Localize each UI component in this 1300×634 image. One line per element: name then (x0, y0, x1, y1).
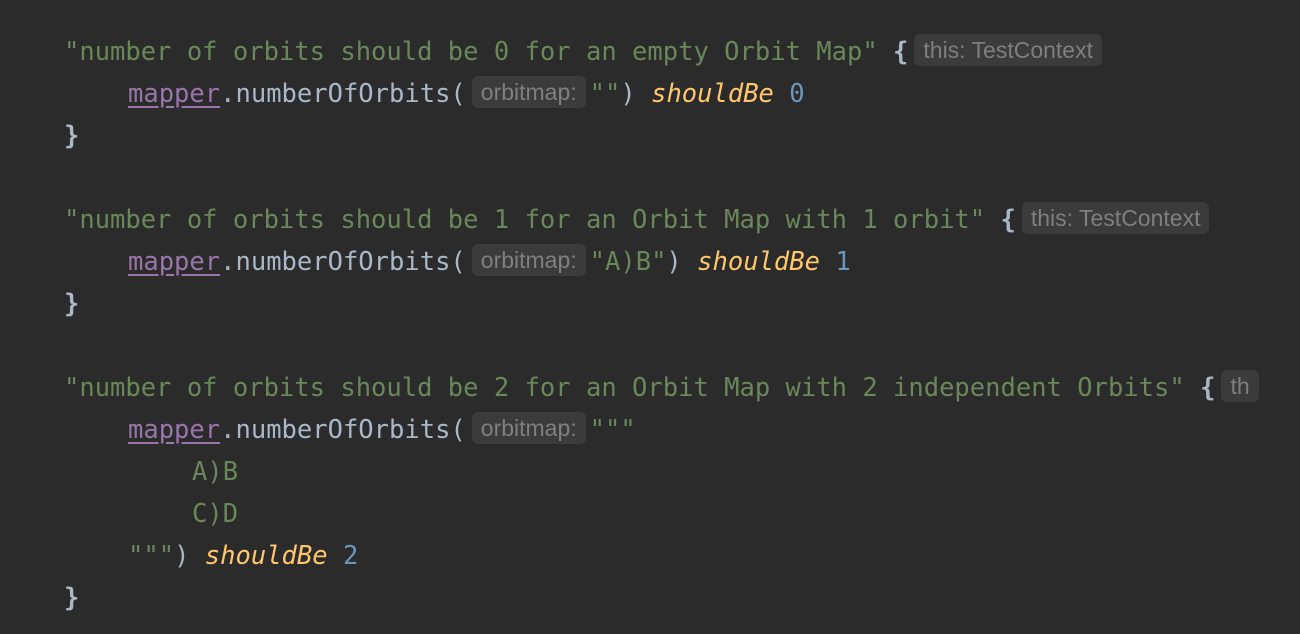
close-brace: } (64, 583, 80, 613)
code-line-1[interactable]: "number of orbits should be 0 for an emp… (64, 31, 1106, 73)
code-line-12[interactable]: C)D (192, 493, 238, 535)
receiver-type-hint: this: TestContext (1021, 202, 1210, 234)
argument-string: "" (589, 79, 621, 109)
code-line-10[interactable]: mapper.numberOfOrbits(orbitmap: """ (128, 409, 636, 451)
dot: . (220, 79, 236, 109)
function-call[interactable]: numberOfOrbits( (235, 415, 465, 445)
mapper-property[interactable]: mapper (128, 247, 220, 277)
mapper-property[interactable]: mapper (128, 415, 220, 445)
code-editor[interactable]: "number of orbits should be 0 for an emp… (0, 0, 1300, 634)
close-paren: ) (620, 79, 636, 109)
code-line-9[interactable]: "number of orbits should be 2 for an Orb… (64, 367, 1263, 409)
argument-string: "A)B" (589, 247, 667, 277)
should-be-infix[interactable]: shouldBe (651, 79, 774, 109)
test-title-string: "number of orbits should be 1 for an Orb… (64, 205, 986, 235)
close-paren: ) (174, 541, 190, 571)
code-line-14[interactable]: } (64, 577, 79, 619)
expected-number: 0 (789, 79, 805, 109)
code-line-2[interactable]: mapper.numberOfOrbits(orbitmap: "") shoul… (128, 73, 805, 115)
mapper-property[interactable]: mapper (128, 79, 220, 109)
receiver-type-hint: this: TestContext (914, 34, 1102, 66)
code-line-11[interactable]: A)B (192, 451, 238, 493)
code-line-13[interactable]: """) shouldBe 2 (128, 535, 358, 577)
expected-number: 2 (342, 541, 359, 571)
test-title-string: "number of orbits should be 0 for an emp… (64, 37, 878, 67)
test-title-string: "number of orbits should be 2 for an Orb… (64, 373, 1185, 403)
open-brace: { (893, 37, 909, 67)
parameter-name-hint: orbitmap: (471, 412, 586, 444)
should-be-infix[interactable]: shouldBe (205, 541, 328, 571)
parameter-name-hint: orbitmap: (471, 76, 586, 108)
close-brace: } (64, 289, 80, 319)
expected-number: 1 (835, 247, 851, 277)
raw-string-open: """ (589, 415, 636, 445)
function-call[interactable]: numberOfOrbits( (235, 79, 465, 109)
raw-string-close: """ (128, 541, 175, 571)
receiver-type-hint: th (1221, 370, 1259, 402)
close-paren: ) (666, 247, 682, 277)
open-brace: { (1200, 373, 1216, 403)
code-line-5[interactable]: "number of orbits should be 1 for an Orb… (64, 199, 1213, 241)
code-line-3[interactable]: } (64, 115, 79, 157)
dot: . (220, 247, 236, 277)
function-call[interactable]: numberOfOrbits( (235, 247, 465, 277)
code-line-7[interactable]: } (64, 283, 79, 325)
open-brace: { (1000, 205, 1016, 235)
code-line-6[interactable]: mapper.numberOfOrbits(orbitmap: "A)B") sh… (128, 241, 851, 283)
dot: . (220, 415, 236, 445)
raw-string-line: C)D (192, 499, 239, 529)
raw-string-line: A)B (192, 457, 239, 487)
should-be-infix[interactable]: shouldBe (697, 247, 820, 277)
parameter-name-hint: orbitmap: (471, 244, 586, 276)
close-brace: } (64, 121, 80, 151)
